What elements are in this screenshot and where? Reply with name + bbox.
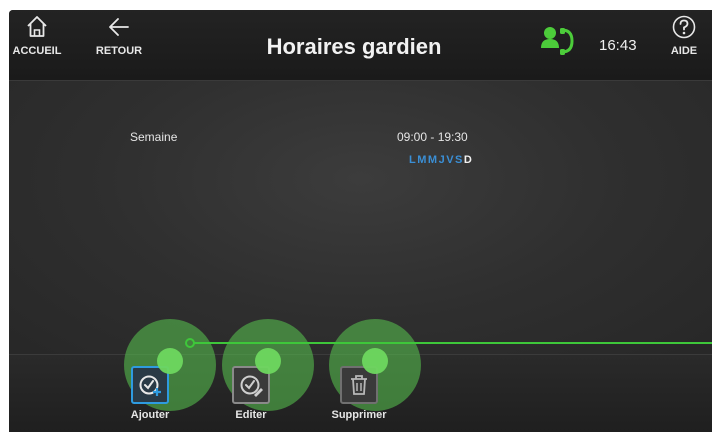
delete-label: Supprimer [331,409,387,421]
header-bar: ACCUEIL RETOUR Horaires gardien 16:43 AI… [9,10,712,81]
touch-point [362,348,388,374]
schedule-time-range[interactable]: 09:00 - 19:30 [397,130,468,144]
day-letter: V [446,154,456,166]
home-button[interactable]: ACCUEIL [11,14,63,57]
swipe-gesture-line [194,342,712,344]
day-letter: L [409,154,418,166]
help-label: AIDE [670,45,698,57]
home-label: ACCUEIL [12,45,62,57]
help-button[interactable]: AIDE [664,14,704,57]
home-icon [25,16,49,44]
touch-point [157,348,183,374]
clock: 16:43 [599,37,637,54]
day-letter: S [455,154,464,166]
concierge-phone-icon [538,24,578,63]
edit-button[interactable]: Editer [221,366,281,421]
add-label: Ajouter [130,409,170,421]
arrow-left-icon [106,18,132,44]
add-button[interactable]: Ajouter [120,366,180,421]
question-circle-icon [671,15,697,44]
back-button[interactable]: RETOUR [95,14,143,57]
back-label: RETOUR [95,45,143,57]
touch-point [255,348,281,374]
app-screen: ACCUEIL RETOUR Horaires gardien 16:43 AI… [9,10,712,432]
swipe-gesture-start [185,338,195,348]
schedule-days: LMMJVSD [409,154,473,166]
day-letter: D [463,154,474,166]
page-title: Horaires gardien [266,34,442,59]
day-letter: M [417,154,428,166]
delete-button[interactable]: Supprimer [319,366,399,421]
edit-label: Editer [235,409,267,421]
day-letter: M [427,154,439,166]
schedule-label[interactable]: Semaine [130,130,177,144]
